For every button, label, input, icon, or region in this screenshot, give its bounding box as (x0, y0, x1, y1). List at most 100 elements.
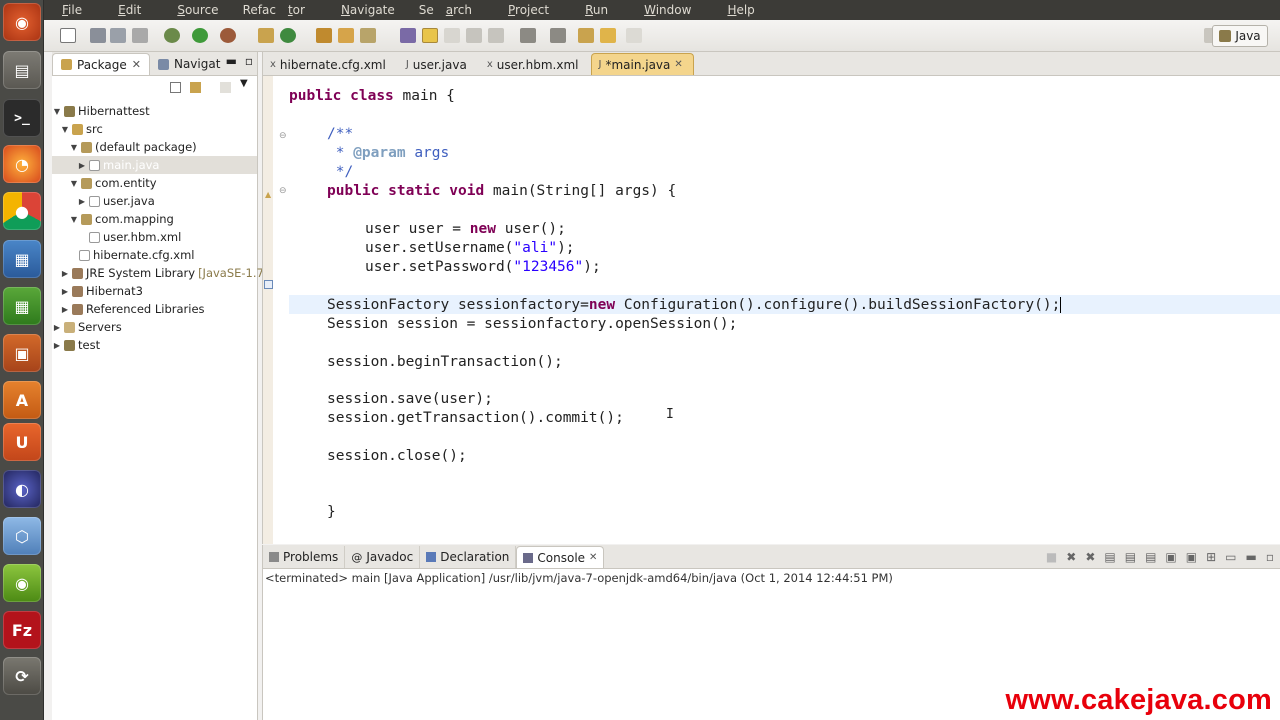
clear-console-icon[interactable]: ▤ (1104, 550, 1115, 564)
chrome-icon[interactable]: ● (3, 192, 41, 230)
save-all-icon[interactable] (110, 28, 126, 43)
view-menu-icon[interactable]: ▼ (240, 78, 248, 89)
maximize-icon[interactable]: ▫ (245, 54, 253, 68)
save-icon[interactable] (90, 28, 106, 43)
collapsed-arrow-icon[interactable]: ▶ (77, 161, 87, 170)
menu-help[interactable]: Help (715, 3, 766, 17)
collapsed-arrow-icon[interactable]: ▶ (60, 305, 70, 314)
debug-icon[interactable] (164, 28, 180, 43)
tree-item-com-mapping[interactable]: ▼ com.mapping (69, 210, 174, 228)
nvidia-icon[interactable]: ◉ (3, 564, 41, 602)
menu-navigate[interactable]: Navigate (329, 3, 407, 17)
pin-console-icon[interactable]: ▤ (1145, 550, 1156, 564)
code-editor[interactable]: public class main { /** * @param args */… (289, 76, 1280, 544)
last-edit-icon[interactable] (578, 28, 594, 43)
tree-item-main-java[interactable]: ▶ main.java (52, 156, 257, 174)
tree-item-user-java[interactable]: ▶ user.java (77, 192, 155, 210)
tree-item-default-package[interactable]: ▼ (default package) (69, 138, 197, 156)
update-manager-icon[interactable]: ⟳ (3, 657, 41, 695)
virtualbox-icon[interactable]: ⬡ (3, 517, 41, 555)
open-console-icon[interactable]: ⊞ (1206, 550, 1216, 564)
filezilla-icon[interactable]: Fz (3, 611, 41, 649)
expanded-arrow-icon[interactable]: ▼ (69, 143, 79, 152)
collapsed-arrow-icon[interactable]: ▶ (60, 269, 70, 278)
tree-item-test[interactable]: ▶ test (52, 336, 100, 354)
tab-javadoc[interactable]: @ Javadoc (345, 546, 421, 568)
run-icon[interactable] (192, 28, 208, 43)
expanded-arrow-icon[interactable]: ▼ (60, 125, 70, 134)
print-icon[interactable] (132, 28, 148, 43)
tree-item-hibernat3[interactable]: ▶ Hibernat3 (60, 282, 143, 300)
menu-project[interactable]: Project (496, 3, 561, 17)
next-annotation-icon[interactable] (520, 28, 536, 43)
open-task-icon[interactable] (338, 28, 354, 43)
collapsed-arrow-icon[interactable]: ▶ (77, 197, 87, 206)
tree-item-hibernattest[interactable]: ▼ Hibernattest (52, 102, 150, 120)
tree-item-user-hbm-xml[interactable]: user.hbm.xml (87, 228, 181, 246)
menu-refactor[interactable]: Refac tor (243, 3, 317, 17)
tab-declaration[interactable]: Declaration (420, 546, 517, 568)
focus-icon[interactable] (220, 82, 231, 93)
close-icon[interactable]: ✕ (132, 58, 141, 71)
remove-all-terminated-icon[interactable]: ✖ (1085, 550, 1095, 564)
collapse-all-icon[interactable] (170, 82, 181, 93)
file-manager-icon[interactable]: ▤ (3, 51, 41, 89)
tab-main-java[interactable]: J *main.java ✕ (591, 53, 694, 75)
close-icon[interactable]: ✕ (674, 59, 682, 70)
writer-icon[interactable]: ▦ (3, 240, 41, 278)
minimize-icon[interactable]: ▬ (1246, 550, 1257, 564)
tab-console[interactable]: Console ✕ (516, 546, 605, 568)
new-java-project-icon[interactable] (258, 28, 274, 43)
previous-annotation-icon[interactable] (550, 28, 566, 43)
new-icon[interactable] (60, 28, 76, 43)
show-stdout-icon[interactable]: ▣ (1165, 550, 1176, 564)
maximize-icon[interactable]: ▫ (1266, 550, 1274, 564)
terminate-icon[interactable]: ■ (1046, 550, 1057, 564)
minimize-icon[interactable]: ▬ (226, 54, 237, 68)
eclipse-icon[interactable]: ◐ (3, 470, 41, 508)
close-icon[interactable]: ✕ (589, 552, 597, 563)
open-type-icon[interactable] (316, 28, 332, 43)
impress-icon[interactable]: ▣ (3, 334, 41, 372)
search-icon[interactable] (360, 28, 376, 43)
block-selection-icon[interactable] (444, 28, 460, 43)
remove-launch-icon[interactable]: ✖ (1066, 550, 1076, 564)
software-center-icon[interactable]: A (3, 381, 41, 419)
tree-item-src[interactable]: ▼ src (60, 120, 103, 138)
menu-run[interactable]: Run (573, 3, 620, 17)
menu-edit[interactable]: Edit (106, 3, 153, 17)
tree-item-hibernate-cfg-xml[interactable]: hibernate.cfg.xml (77, 246, 195, 264)
expanded-arrow-icon[interactable]: ▼ (69, 215, 79, 224)
fold-icon[interactable]: ⊖ (279, 186, 287, 196)
tab-hibernate-cfg-xml[interactable]: x hibernate.cfg.xml (263, 53, 397, 75)
show-whitespace-icon[interactable] (466, 28, 482, 43)
tree-item-jre-system-library[interactable]: ▶ JRE System Library [JavaSE-1.7] (60, 264, 268, 282)
tab-user-java[interactable]: Juser.java (399, 53, 478, 75)
collapsed-arrow-icon[interactable]: ▶ (52, 323, 62, 332)
menu-search[interactable]: Se arch (419, 3, 484, 17)
toggle-annotation-icon[interactable] (400, 28, 416, 43)
firefox-icon[interactable]: ◔ (3, 145, 41, 183)
tab-problems[interactable]: Problems (263, 546, 346, 568)
tab-navigator[interactable]: Navigat (150, 53, 228, 75)
java-perspective-button[interactable]: Java (1212, 25, 1268, 47)
new-class-icon[interactable] (280, 28, 296, 43)
calc-icon[interactable]: ▦ (3, 287, 41, 325)
menu-window[interactable]: Window (632, 3, 703, 17)
fold-icon[interactable]: ⊖ (279, 131, 287, 141)
tree-item-com-entity[interactable]: ▼ com.entity (69, 174, 157, 192)
expanded-arrow-icon[interactable]: ▼ (52, 107, 62, 116)
ubuntu-one-icon[interactable]: U (3, 423, 41, 461)
back-icon[interactable] (600, 28, 616, 43)
paragraph-icon[interactable] (488, 28, 504, 43)
mark-occurrences-icon[interactable] (422, 28, 438, 43)
link-with-editor-icon[interactable] (190, 82, 201, 93)
terminal-icon[interactable]: >_ (3, 99, 41, 137)
forward-icon[interactable] (626, 28, 642, 43)
display-selected-console-icon[interactable]: ▭ (1225, 550, 1236, 564)
collapsed-arrow-icon[interactable]: ▶ (60, 287, 70, 296)
expanded-arrow-icon[interactable]: ▼ (69, 179, 79, 188)
tree-item-servers[interactable]: ▶ Servers (52, 318, 122, 336)
tree-item-referenced-libraries[interactable]: ▶ Referenced Libraries (60, 300, 205, 318)
tab-user-hbm-xml[interactable]: x user.hbm.xml (480, 53, 590, 75)
